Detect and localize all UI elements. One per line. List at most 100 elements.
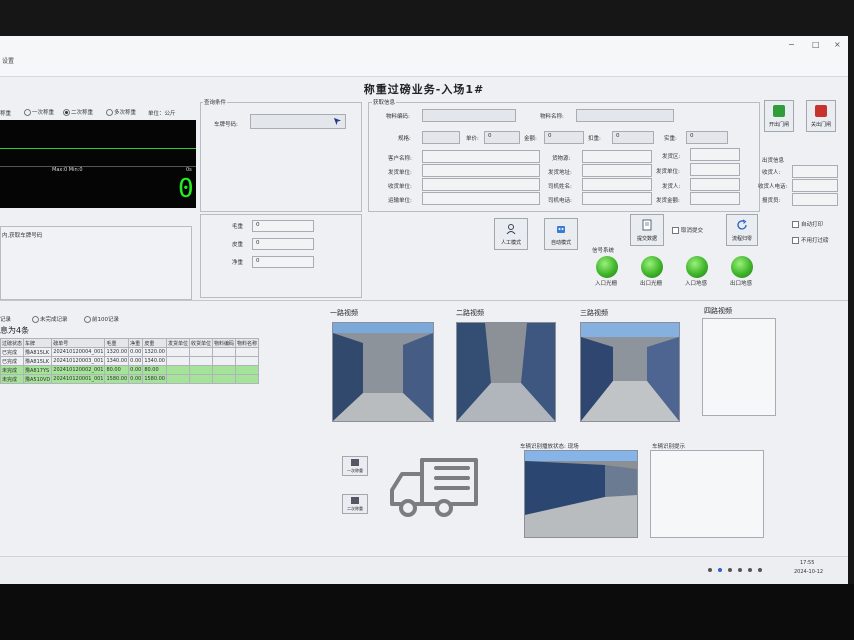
origin-input[interactable] — [582, 150, 652, 163]
receiver-input[interactable] — [792, 165, 838, 178]
gross-input[interactable]: 0 — [252, 220, 314, 232]
cam1-feed[interactable] — [332, 322, 434, 422]
amount-input[interactable]: 0 — [544, 131, 584, 144]
col-receiver: 收货单位 — [189, 338, 214, 348]
open-gate-button[interactable]: 开出门闸 — [764, 100, 794, 132]
checkbox-icon — [792, 237, 799, 244]
driver-name-input[interactable] — [582, 178, 652, 191]
shipping-area-input[interactable] — [690, 148, 740, 161]
plate-hint-text: 内,获取车牌号码 — [2, 233, 43, 239]
second-weigh-button[interactable]: 二次称重 — [342, 494, 368, 514]
deduct-input[interactable]: 0 — [612, 131, 654, 144]
recog-feed[interactable] — [524, 450, 638, 538]
material-code-input[interactable] — [422, 109, 516, 122]
close-gate-button[interactable]: 关出门闸 — [806, 100, 836, 132]
table-row[interactable]: 已完成 豫A815LK 202410120003_001 1340.00 0.00 134… — [0, 356, 260, 366]
actual-input[interactable]: 0 — [686, 131, 728, 144]
mode-cut-label: 称重 — [0, 111, 12, 117]
scale-divider — [0, 166, 196, 167]
mode-option-twice[interactable]: 二次称重 — [63, 108, 93, 116]
transport-unit-input[interactable] — [422, 192, 540, 205]
table-cell-empty — [189, 347, 214, 357]
cam3-feed[interactable] — [580, 322, 680, 422]
receiver-phone-input[interactable] — [792, 179, 838, 192]
signal-light-entry-sensor — [686, 256, 708, 278]
maximize-icon[interactable]: □ — [812, 40, 820, 49]
driver-phone-input[interactable] — [582, 192, 652, 205]
table-cell-net: 0.00 — [128, 365, 144, 375]
table-cell-status: 未完成 — [0, 365, 25, 375]
col-status: 过磅状态 — [0, 338, 25, 348]
net-input[interactable]: 0 — [252, 256, 314, 268]
manual-mode-button[interactable]: 人工模式 — [494, 218, 528, 250]
receiver-phone-label: 收货人电话: — [758, 184, 788, 190]
cam2-feed[interactable] — [456, 322, 556, 422]
table-cell-empty — [165, 347, 191, 357]
col-material-code: 物料编码 — [212, 338, 237, 348]
spec-input[interactable] — [422, 131, 460, 144]
radio-selected-icon — [63, 109, 70, 116]
plate-hint-box: 内,获取车牌号码 — [0, 226, 192, 300]
table-cell-gross: 1580.00 — [104, 374, 130, 384]
ship-unit2-input[interactable] — [690, 163, 740, 176]
close-icon[interactable]: × — [834, 40, 841, 49]
receiver-label: 收货人: — [762, 170, 781, 176]
table-cell-empty — [189, 365, 214, 375]
table-cell-no: 202410120001_001 — [51, 374, 106, 384]
shipper-person-input[interactable] — [690, 178, 740, 191]
signal-label-entry-grating: 入口光栅 — [595, 281, 618, 287]
records-all-option[interactable]: 记录 — [0, 315, 11, 323]
cam4-feed[interactable] — [702, 318, 776, 416]
table-row[interactable]: 已完成 豫A815LK 202410120004_001 1320.00 0.00 132… — [0, 347, 260, 357]
shipper-unit-input[interactable] — [422, 164, 540, 177]
table-cell-empty — [235, 347, 260, 357]
origin-label: 货物源: — [552, 156, 571, 162]
customer-label: 客户名称: — [388, 156, 412, 162]
first-weigh-button[interactable]: 一次称重 — [342, 456, 368, 476]
cancel-submit-checkbox[interactable]: 取消提交 — [672, 226, 703, 234]
col-shipper: 发货单位 — [165, 338, 191, 348]
plate-input[interactable] — [250, 114, 346, 129]
records-unfinished-option[interactable]: 未完成记录 — [32, 315, 68, 323]
minimize-icon[interactable]: − — [788, 40, 795, 49]
ship-addr-input[interactable] — [582, 164, 652, 177]
tray-icons[interactable] — [706, 566, 766, 574]
actual-label: 实重: — [664, 136, 677, 142]
submit-data-button[interactable]: 提交数据 — [630, 214, 664, 246]
cam2-label: 二路视频 — [456, 309, 484, 317]
window-label: 设置 — [2, 58, 15, 65]
radio-icon — [24, 109, 31, 116]
mode-option-once[interactable]: 一次称重 — [24, 108, 54, 116]
scale-corner: 0s — [186, 167, 192, 173]
auto-mode-button[interactable]: 自动模式 — [544, 218, 578, 250]
customer-input[interactable] — [422, 150, 540, 163]
cam4-label: 四路视频 — [704, 307, 732, 315]
mode-option-multi[interactable]: 多次称重 — [106, 108, 136, 116]
table-cell-empty — [165, 365, 191, 375]
records-top100-option[interactable]: 前100记录 — [84, 315, 119, 323]
gate-close-icon — [815, 105, 827, 117]
no-print-checkbox[interactable]: 不用打过磅 — [792, 236, 829, 244]
col-gross: 毛重 — [104, 338, 130, 348]
signal-label-exit-sensor: 出口地感 — [730, 281, 753, 287]
material-name-input[interactable] — [576, 109, 674, 122]
receiver-unit-input[interactable] — [422, 178, 540, 191]
section-divider — [0, 300, 848, 301]
tare-input[interactable]: 0 — [252, 238, 314, 250]
records-table: 过磅状态 车牌 磅单号 毛重 净重 皮重 发货单位 收货单位 物料编码 物料名称… — [0, 338, 260, 384]
ship-amount-input[interactable] — [690, 192, 740, 205]
table-row[interactable]: 未完成 豫A817YS 202410120002_001 80.00 0.00 80.00 — [0, 365, 260, 375]
shipper-unit-label: 发货单位: — [388, 170, 412, 176]
recog2-feed[interactable] — [650, 450, 764, 538]
unit-price-input[interactable]: 0 — [484, 131, 520, 144]
report-input[interactable] — [792, 193, 838, 206]
document-icon — [642, 219, 652, 231]
reset-process-button[interactable]: 流程归零 — [726, 214, 758, 246]
recog-label: 车辆识别播放状态: 现场 — [520, 444, 579, 450]
table-cell-status: 已完成 — [0, 347, 25, 357]
transport-unit-label: 运输单位: — [388, 198, 412, 204]
table-row[interactable]: 未完成 豫A510VD 202410120001_001 1580.00 0.00 158… — [0, 374, 260, 384]
taskbar-date: 2024-10-12 — [794, 569, 824, 575]
table-header-row: 过磅状态 车牌 磅单号 毛重 净重 皮重 发货单位 收货单位 物料编码 物料名称 — [0, 338, 260, 348]
auto-print-checkbox[interactable]: 自动打印 — [792, 220, 823, 228]
